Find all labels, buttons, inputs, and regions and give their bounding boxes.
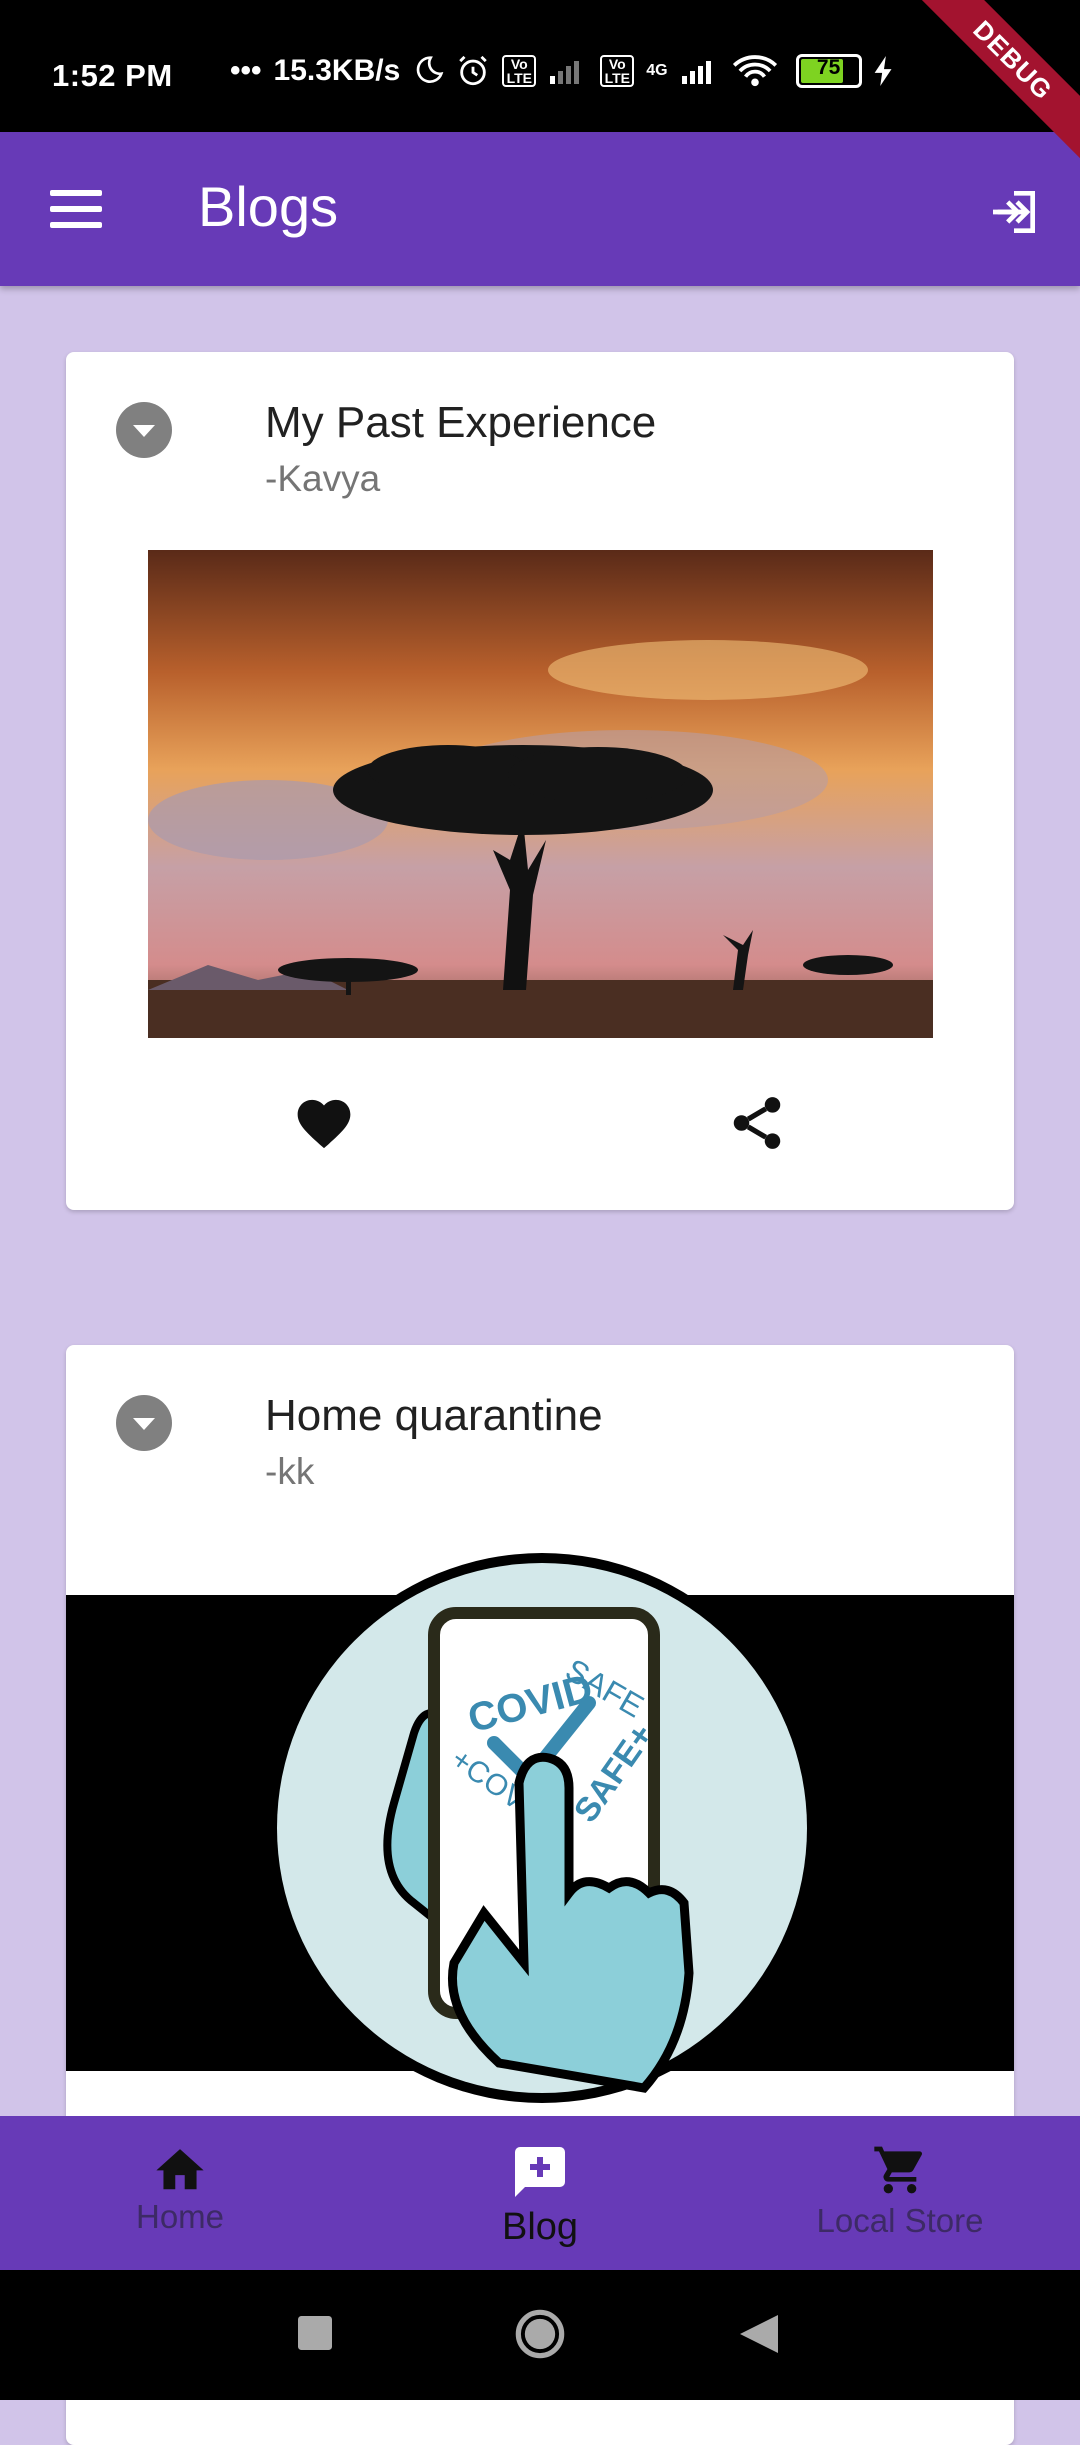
page-title: Blogs: [198, 175, 339, 238]
post-author: -Kavya: [265, 458, 381, 499]
alarm-icon: [459, 55, 488, 86]
battery-icon: 75: [795, 54, 862, 88]
nav-blog-label: Blog: [501, 2206, 579, 2248]
signal-icon: [550, 61, 580, 84]
bottom-navigation: Home Blog Local Store: [0, 2116, 1080, 2270]
nav-home[interactable]: Home: [80, 2116, 280, 2270]
system-navigation-bar: [0, 2270, 1080, 2400]
network-speed: 15.3KB/s: [273, 54, 401, 87]
like-icon[interactable]: [292, 1092, 356, 1150]
volte-icon: Vo LTE: [502, 55, 537, 87]
wifi-icon: [732, 55, 777, 87]
nav-local-store[interactable]: Local Store: [790, 2116, 1010, 2270]
signal-icon-2: [681, 61, 711, 84]
app-bar: Blogs: [0, 132, 1080, 286]
charging-icon: [874, 56, 892, 86]
nav-local-store-label: Local Store: [816, 2202, 984, 2239]
home-icon: [156, 2149, 204, 2190]
cart-icon: [874, 2146, 923, 2194]
recents-icon[interactable]: [298, 2316, 332, 2350]
blog-post-card[interactable]: My Past Experience -Kavya: [66, 352, 1014, 1210]
network-type: 4G: [646, 62, 668, 79]
volte-icon-2: Vo LTE: [600, 55, 635, 87]
nav-home-label: Home: [135, 2198, 225, 2235]
battery-level: 75: [816, 56, 841, 79]
logout-icon[interactable]: [986, 184, 1042, 240]
status-bar: 1:52 PM ••• 15.3KB/s Vo LTE Vo LTE 4G 75: [0, 0, 1080, 132]
status-time: 1:52 PM: [52, 58, 173, 93]
share-icon[interactable]: [726, 1092, 788, 1154]
add-comment-icon: [515, 2147, 565, 2197]
post-title: My Past Experience: [265, 398, 657, 447]
post-author: -kk: [265, 1451, 315, 1492]
covid-safe-image: COVID SAFE +COV SAFE+: [267, 1553, 817, 2103]
menu-icon[interactable]: [50, 190, 102, 228]
post-title: Home quarantine: [265, 1391, 603, 1440]
status-icons: ••• 15.3KB/s Vo LTE Vo LTE 4G 75: [230, 54, 894, 88]
back-icon[interactable]: [740, 2314, 778, 2354]
expand-icon[interactable]: [116, 1395, 172, 1451]
home-button-icon[interactable]: [514, 2308, 566, 2360]
moon-icon: [416, 56, 444, 83]
expand-icon[interactable]: [116, 402, 172, 458]
status-dots: •••: [230, 54, 262, 87]
nav-blog[interactable]: Blog: [440, 2116, 640, 2270]
post-image: [148, 550, 933, 1038]
